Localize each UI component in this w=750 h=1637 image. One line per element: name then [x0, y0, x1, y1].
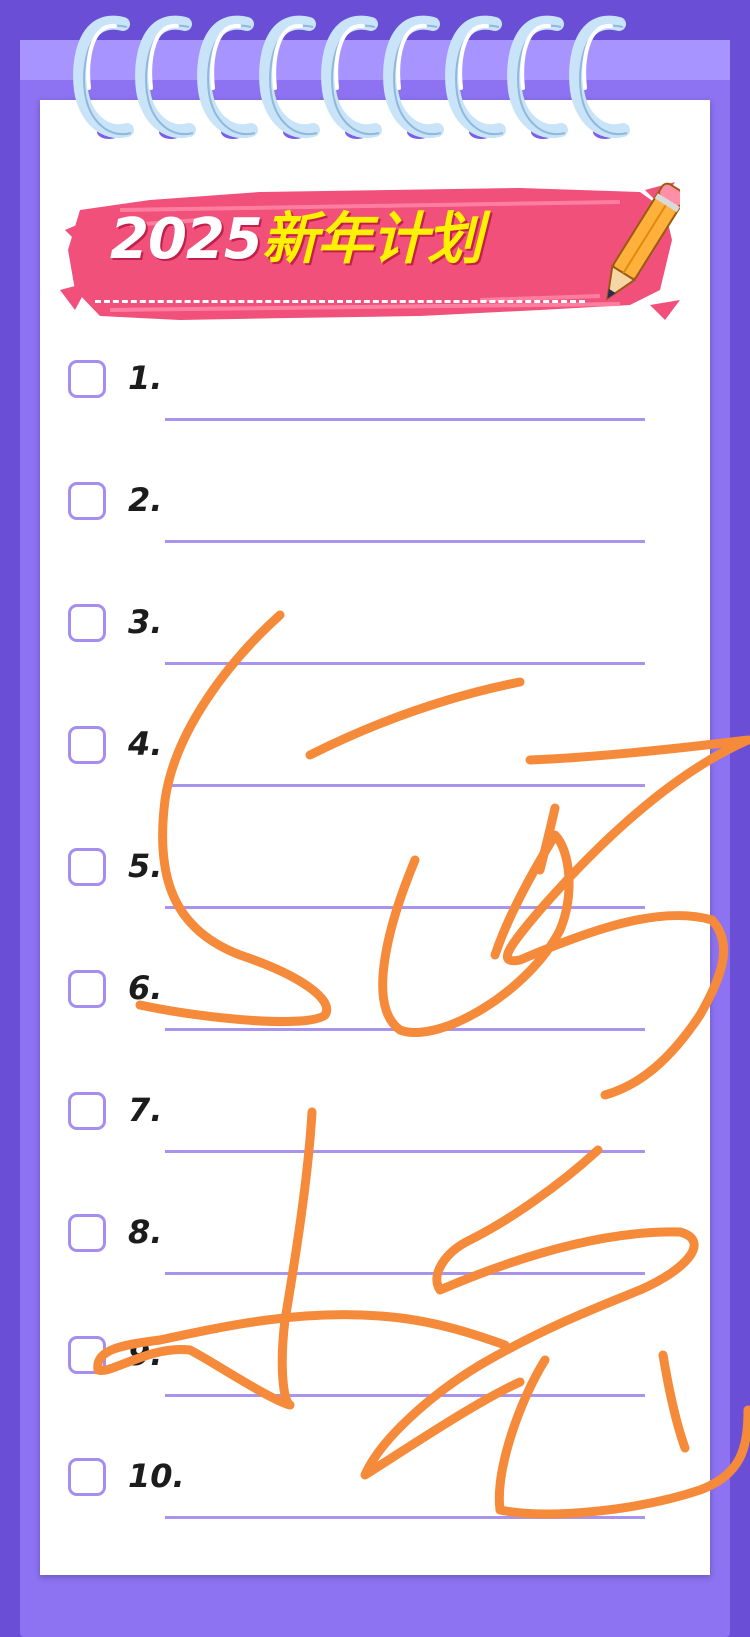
- list-item: 10.: [0, 1438, 750, 1560]
- checkbox-icon[interactable]: [68, 1458, 106, 1496]
- checkbox-icon[interactable]: [68, 1336, 106, 1374]
- checkbox-icon[interactable]: [68, 604, 106, 642]
- checkbox-icon[interactable]: [68, 482, 106, 520]
- spiral-ring-icon: [569, 15, 630, 139]
- item-number: 9.: [128, 1335, 163, 1373]
- list-item: 9.: [0, 1316, 750, 1438]
- title-year: 2025: [110, 207, 263, 272]
- write-line[interactable]: [165, 784, 645, 787]
- checkbox-icon[interactable]: [68, 848, 106, 886]
- title-divider: [95, 300, 585, 303]
- item-number: 4.: [128, 725, 163, 763]
- spiral-ring-icon: [73, 15, 134, 139]
- checkbox-icon[interactable]: [68, 726, 106, 764]
- item-number: 8.: [128, 1213, 163, 1251]
- list-item: 3.: [0, 584, 750, 706]
- spiral-ring-icon: [507, 15, 568, 139]
- list-item: 8.: [0, 1194, 750, 1316]
- checkbox-icon[interactable]: [68, 360, 106, 398]
- write-line[interactable]: [165, 906, 645, 909]
- list-item: 4.: [0, 706, 750, 828]
- write-line[interactable]: [165, 418, 645, 421]
- write-line[interactable]: [165, 540, 645, 543]
- write-line[interactable]: [165, 1394, 645, 1397]
- page-title: 2025新年计划: [110, 205, 483, 275]
- list-item: 1.: [0, 340, 750, 462]
- list-item: 2.: [0, 462, 750, 584]
- spiral-binding: [73, 15, 630, 139]
- spiral-ring-icon: [259, 15, 320, 139]
- spiral-ring-icon: [197, 15, 258, 139]
- title-text: 新年计划: [261, 207, 483, 272]
- item-number: 5.: [128, 847, 163, 885]
- write-line[interactable]: [165, 1516, 645, 1519]
- spiral-ring-icon: [135, 15, 196, 139]
- write-line[interactable]: [165, 1028, 645, 1031]
- item-number: 10.: [128, 1457, 185, 1495]
- item-number: 1.: [128, 359, 163, 397]
- item-number: 7.: [128, 1091, 163, 1129]
- item-number: 2.: [128, 481, 163, 519]
- spiral-ring-icon: [321, 15, 382, 139]
- write-line[interactable]: [165, 1150, 645, 1153]
- checkbox-icon[interactable]: [68, 1092, 106, 1130]
- item-number: 6.: [128, 969, 163, 1007]
- checkbox-icon[interactable]: [68, 1214, 106, 1252]
- list-item: 7.: [0, 1072, 750, 1194]
- checkbox-icon[interactable]: [68, 970, 106, 1008]
- write-line[interactable]: [165, 662, 645, 665]
- write-line[interactable]: [165, 1272, 645, 1275]
- spiral-ring-icon: [383, 15, 444, 139]
- spiral-ring-icon: [445, 15, 506, 139]
- item-number: 3.: [128, 603, 163, 641]
- list-item: 5.: [0, 828, 750, 950]
- list-item: 6.: [0, 950, 750, 1072]
